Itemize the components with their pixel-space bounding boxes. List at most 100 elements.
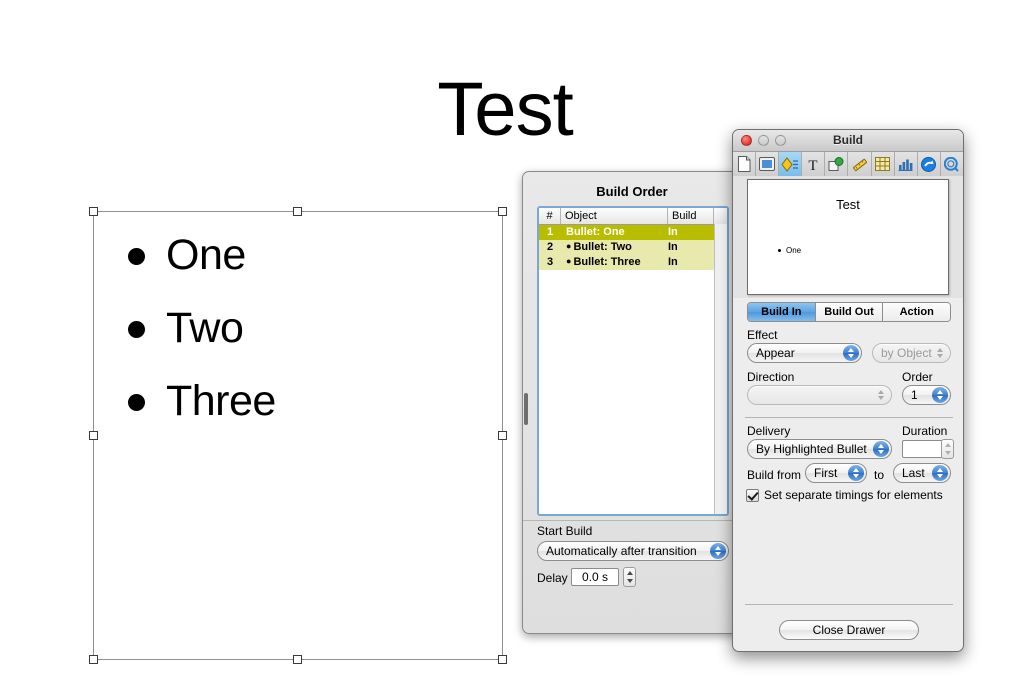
resize-handle-bottom-left[interactable] [89,655,98,664]
start-build-value: Automatically after transition [546,544,697,558]
list-item[interactable]: Three [128,378,488,451]
metrics-icon[interactable] [848,152,872,176]
resize-handle-bottom-right[interactable] [498,655,507,664]
hyperlink-icon[interactable] [918,152,941,176]
delay-label: Delay [537,571,568,585]
order-select[interactable]: 1 [902,385,951,405]
table-icon[interactable] [872,152,895,176]
table-row[interactable]: 1 Bullet: One In [539,225,727,240]
slide-preview-area: Test One [733,176,963,298]
row-object: Bullet: One [561,225,664,240]
chevron-updown-icon [932,387,948,403]
list-item[interactable]: One [128,232,488,305]
preview-bullet-item: One [778,246,801,255]
preview-bullet-label: One [786,246,802,255]
chevron-updown-icon [843,345,859,361]
list-item[interactable]: Two [128,305,488,378]
text-icon[interactable]: T [802,152,826,176]
slide-preview[interactable]: Test One [747,179,949,295]
row-build: In [668,256,678,268]
row-number: 1 [546,226,554,238]
duration-label: Duration [902,424,948,438]
row-object-label: Bullet: Two [573,241,632,253]
document-icon[interactable] [733,152,757,176]
delivery-label: Delivery [747,424,791,438]
chevron-updown-icon [873,387,889,403]
tab-action[interactable]: Action [883,303,950,321]
start-build-select[interactable]: Automatically after transition [537,541,729,561]
table-header-row: # Object Build [539,208,727,225]
bullet-label: One [166,231,246,279]
delivery-select[interactable]: By Highlighted Bullet [747,439,892,459]
direction-select[interactable] [747,385,892,405]
close-window-button[interactable] [741,135,752,146]
resize-handle-middle-right[interactable] [498,430,507,440]
build-from-select[interactable]: First [805,463,867,483]
tab-build-in[interactable]: Build In [748,303,816,321]
preview-bullet-icon [778,249,781,252]
graphic-icon[interactable] [825,152,849,176]
separate-timings-checkbox[interactable] [746,488,759,502]
close-drawer-button[interactable]: Close Drawer [779,620,919,640]
minimize-window-button[interactable] [758,135,769,146]
row-object-label: Bullet: Three [573,256,641,268]
table-row[interactable]: 2 ● Bullet: Two In [539,240,727,255]
row-build: In [668,241,678,253]
delivery-value: By Highlighted Bullet [756,442,867,456]
build-from-label: Build from [747,468,802,482]
bullet-point-icon [128,394,145,411]
table-row[interactable]: 3 ● Bullet: Three In [539,255,727,270]
resize-handle-bottom-center[interactable] [293,655,302,664]
build-order-table[interactable]: # Object Build 1 Bullet: One In 2 ● Bulle… [537,206,729,516]
resize-handle-middle-left[interactable] [89,430,98,440]
build-from-value: First [814,466,838,480]
column-header-number[interactable]: # [539,208,561,224]
svg-text:T: T [809,158,818,172]
build-icon[interactable] [779,152,803,176]
divider [745,417,953,418]
zoom-window-button[interactable] [775,135,786,146]
effect-select[interactable]: Appear [747,343,862,363]
delay-input[interactable]: 0.0 s [571,568,619,586]
row-bullet-icon: ● [566,256,572,266]
preview-title-text: Test [836,197,860,212]
effect-delivery-select[interactable]: by Object [872,343,951,363]
window-titlebar[interactable]: Build [733,130,963,152]
chart-icon[interactable] [895,152,918,176]
bullet-point-icon [128,248,145,265]
build-order-drawer: Build Order # Object Build 1 Bullet: One… [522,171,742,634]
row-bullet-icon: ● [566,241,572,251]
chevron-updown-icon [848,465,864,481]
build-order-scrollbar[interactable] [714,224,727,514]
effect-by-value: by Object [881,346,932,360]
effect-label: Effect [747,328,778,342]
slide-icon[interactable] [756,152,780,176]
resize-handle-top-left[interactable] [89,207,98,216]
tab-build-out[interactable]: Build Out [815,303,884,321]
inspector-tab-bar[interactable]: Build In Build Out Action [747,302,951,322]
order-value: 1 [911,388,918,402]
column-header-build[interactable]: Build [668,208,714,224]
bullet-label: Three [166,377,276,425]
chevron-updown-icon [873,441,889,457]
separate-timings-label: Set separate timings for elements [764,488,943,502]
row-number: 3 [546,256,554,268]
divider [745,604,953,605]
resize-handle-top-center[interactable] [293,207,302,216]
column-header-spacer [714,208,727,224]
delay-stepper[interactable] [623,567,636,587]
quicktime-icon[interactable] [941,152,963,176]
resize-handle-top-right[interactable] [498,207,507,216]
slide-bullet-list[interactable]: One Two Three [128,232,488,451]
effect-value: Appear [756,346,795,360]
inspector-toolbar[interactable]: T [733,152,963,177]
bullet-label: Two [166,304,244,352]
column-header-object[interactable]: Object [561,208,668,224]
build-to-select[interactable]: Last [893,463,951,483]
bullet-point-icon [128,321,145,338]
row-number: 2 [546,241,554,253]
start-build-label: Start Build [537,524,593,538]
duration-stepper[interactable] [941,439,954,459]
drawer-resize-grip[interactable] [524,393,528,425]
separate-timings-row[interactable]: Set separate timings for elements [746,488,943,502]
